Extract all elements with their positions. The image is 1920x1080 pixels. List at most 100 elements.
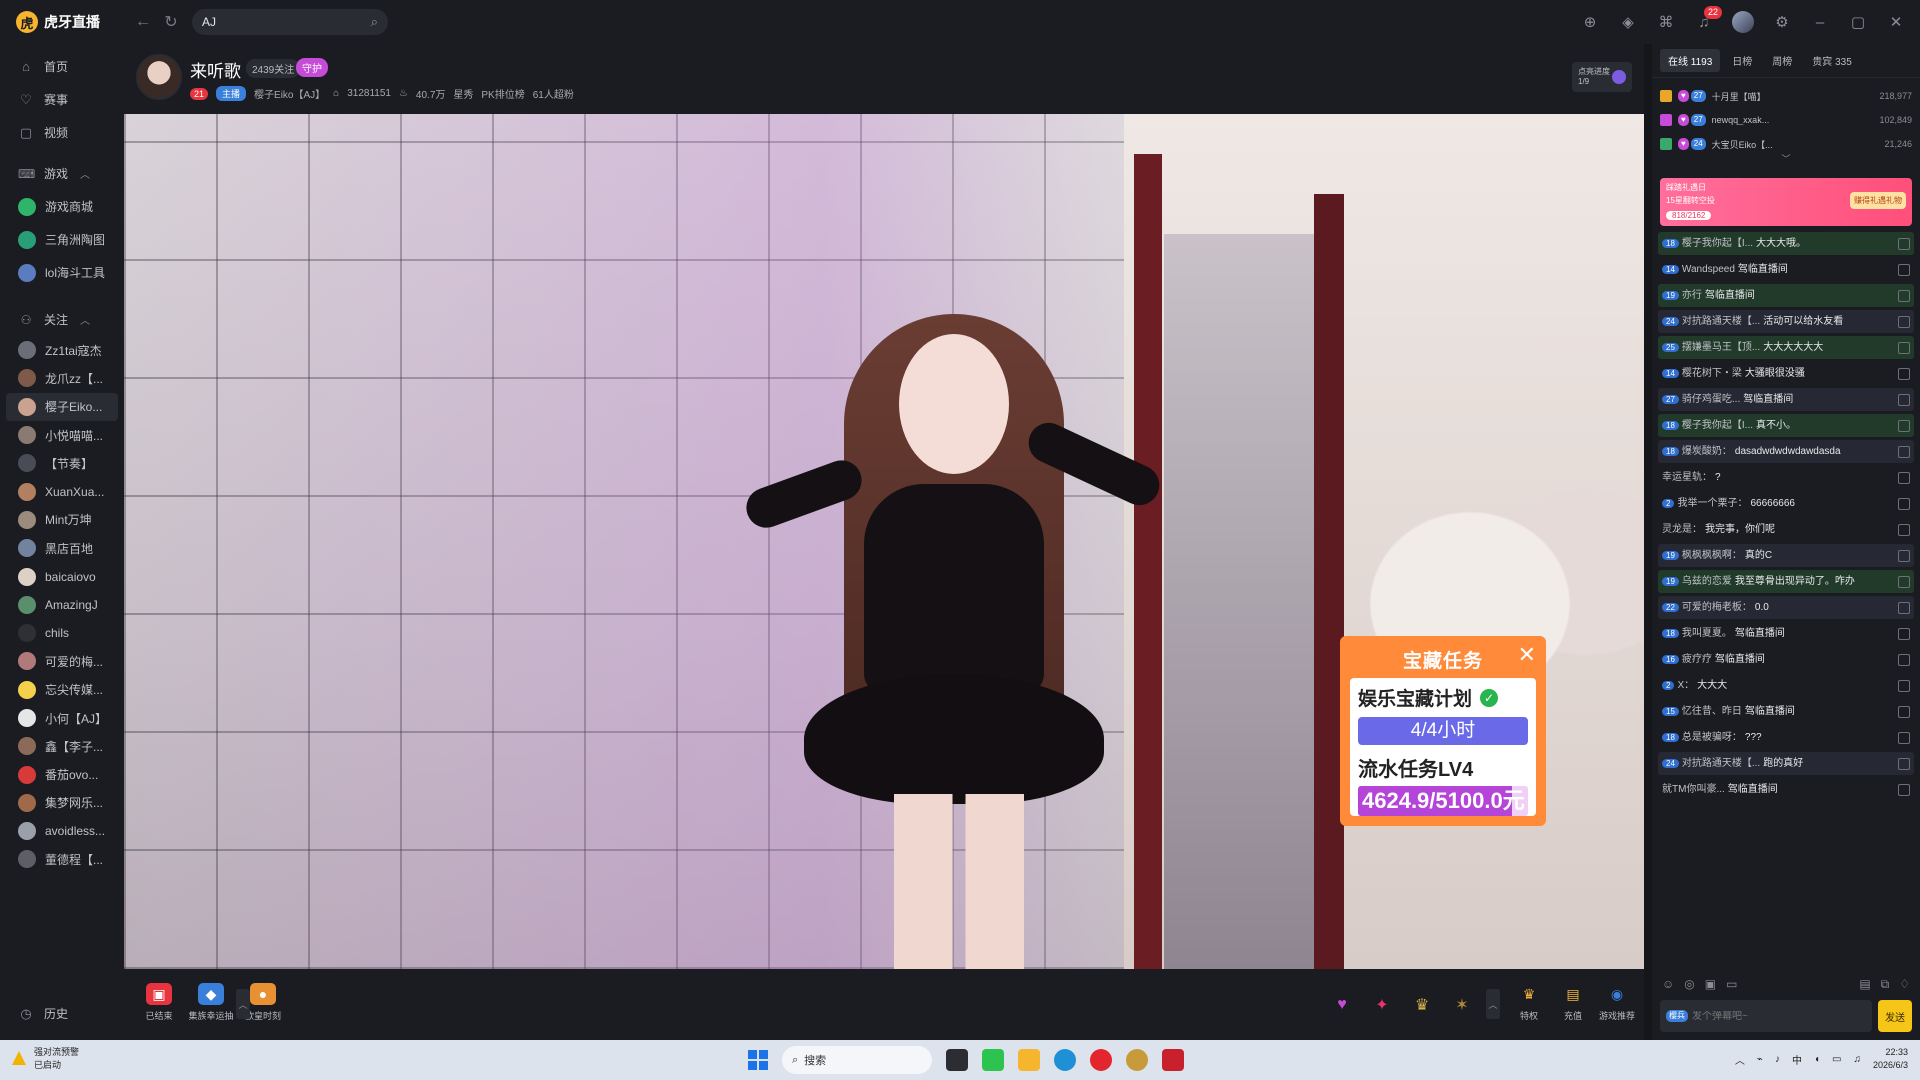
chat-input-box[interactable]: 樱兵 bbox=[1660, 1000, 1872, 1032]
follow-count-button[interactable]: 2439关注 bbox=[246, 59, 301, 78]
copy-icon[interactable] bbox=[1898, 472, 1910, 484]
chat-nickname[interactable]: 爆炭酸奶： bbox=[1682, 446, 1732, 457]
tag-icon[interactable]: ◈ bbox=[1618, 12, 1638, 32]
fan-badge-icon[interactable]: ▭ bbox=[1726, 977, 1737, 991]
copy-icon[interactable] bbox=[1898, 498, 1910, 510]
sidebar-item-followed-streamer[interactable]: AmazingJ bbox=[0, 591, 124, 619]
copy-icon[interactable] bbox=[1898, 524, 1910, 536]
copy-icon[interactable] bbox=[1898, 420, 1910, 432]
gift-icon[interactable]: ♥ bbox=[1326, 989, 1358, 1021]
chat-nickname[interactable]: 可爱的梅老板： bbox=[1682, 602, 1752, 613]
chat-nickname[interactable]: 亦行 bbox=[1682, 290, 1702, 301]
windows-start-icon[interactable] bbox=[748, 1050, 768, 1070]
search-box[interactable]: ⌕ bbox=[192, 9, 388, 35]
taskbar-search[interactable]: ⌕ 搜索 bbox=[782, 1046, 932, 1074]
gift-icon[interactable]: ✦ bbox=[1366, 989, 1398, 1021]
sticker-icon[interactable]: ◎ bbox=[1684, 977, 1694, 991]
download-icon[interactable]: ⊕ bbox=[1580, 12, 1600, 32]
sidebar-item-followed-streamer[interactable]: 小悦喵喵... bbox=[0, 421, 124, 449]
chat-nickname[interactable]: Wandspeed bbox=[1682, 264, 1735, 275]
user-avatar[interactable] bbox=[1732, 11, 1754, 33]
speaker-icon[interactable]: ♫ bbox=[1853, 1054, 1861, 1065]
barrage-style-icon[interactable]: ▣ bbox=[1705, 977, 1716, 991]
chat-nickname[interactable]: 总是被骗呀： bbox=[1682, 732, 1742, 743]
red-app-icon[interactable] bbox=[1162, 1049, 1184, 1071]
copy-icon[interactable] bbox=[1898, 238, 1910, 250]
pk-rank-chip[interactable]: PK排位榜 bbox=[481, 86, 524, 101]
sidebar-item-game[interactable]: 游戏商城 bbox=[0, 190, 124, 223]
bell-icon[interactable]: ♫ 22 bbox=[1694, 6, 1722, 32]
sidebar-item-followed-streamer[interactable]: avoidless... bbox=[0, 817, 124, 845]
app-logo[interactable]: 虎 虎牙直播 bbox=[16, 11, 126, 33]
copy-icon[interactable] bbox=[1898, 602, 1910, 614]
copy-icon[interactable] bbox=[1898, 628, 1910, 640]
chat-nickname[interactable]: 樱子我你起【I... bbox=[1682, 420, 1753, 431]
chat-nickname[interactable]: 对抗路通天楼【... bbox=[1682, 758, 1760, 769]
game-controller-icon[interactable]: ⌘ bbox=[1656, 12, 1676, 32]
chat-nickname[interactable]: 就TM你叫豪... bbox=[1662, 784, 1725, 795]
sidebar-item-followed-streamer[interactable]: 鑫【李子... bbox=[0, 732, 124, 760]
microphone-icon[interactable]: ♪ bbox=[1775, 1054, 1780, 1065]
copy-icon[interactable] bbox=[1898, 732, 1910, 744]
system-clock[interactable]: 22:33 2026/6/3 bbox=[1873, 1046, 1908, 1072]
toolbar-item[interactable]: ◉ 游戏推荐 bbox=[1592, 983, 1642, 1022]
chat-nickname[interactable]: 摆嫌墨马王【顶... bbox=[1682, 342, 1760, 353]
chat-nickname[interactable]: 骑仔鸡蛋吃... bbox=[1682, 394, 1740, 405]
chat-tab[interactable]: 贵宾 335 bbox=[1804, 49, 1859, 72]
search-icon[interactable]: ⌕ bbox=[371, 14, 378, 30]
chat-nickname[interactable]: 对抗路通天楼【... bbox=[1682, 316, 1760, 327]
emoji-icon[interactable]: ☺ bbox=[1662, 977, 1674, 991]
copy-icon[interactable] bbox=[1898, 368, 1910, 380]
superfans-chip[interactable]: 61人超粉 bbox=[533, 86, 574, 101]
sidebar-item-followed-streamer[interactable]: 樱子Eiko... bbox=[6, 392, 118, 421]
weather-widget[interactable]: 强对流预警 已启动 bbox=[12, 1045, 79, 1071]
toolbar-item[interactable]: ▣ 已结束 bbox=[134, 983, 184, 1022]
chat-nickname[interactable]: 我举一个栗子： bbox=[1677, 498, 1747, 509]
light-up-progress[interactable]: 点亮进度 1/9 bbox=[1572, 62, 1632, 92]
close-icon[interactable]: ✕ bbox=[1518, 644, 1536, 666]
banner-cta-button[interactable]: 赚得礼遇礼物 bbox=[1850, 192, 1906, 209]
chat-nickname[interactable]: 樱花树下・梁 bbox=[1682, 368, 1742, 379]
expand-chevron-icon[interactable]: ﹀ bbox=[1652, 155, 1920, 164]
back-arrow-icon[interactable]: ← bbox=[132, 11, 154, 33]
sidebar-item-trophy[interactable]: ♡ 赛事 bbox=[0, 83, 124, 116]
chat-nickname[interactable]: 樱子我你起【I... bbox=[1682, 238, 1753, 249]
rank-row[interactable]: ♥ 27 newqq_xxak... 102,849 bbox=[1652, 108, 1920, 132]
huya-app-icon[interactable] bbox=[1018, 1049, 1040, 1071]
bell-off-icon[interactable]: ♢ bbox=[1899, 977, 1910, 991]
toolbar-item[interactable]: ▤ 充值 bbox=[1548, 983, 1598, 1022]
chat-nickname[interactable]: 枫枫枫枫啊： bbox=[1682, 550, 1742, 561]
league-client-icon[interactable] bbox=[1126, 1049, 1148, 1071]
network-icon[interactable]: ⌁ bbox=[1757, 1054, 1763, 1065]
refresh-icon[interactable]: ↻ bbox=[160, 11, 182, 33]
sidebar-item-followed-streamer[interactable]: Mint万坤 bbox=[0, 506, 124, 534]
volume-icon[interactable]: ◖ bbox=[1814, 1054, 1820, 1065]
copy-icon[interactable] bbox=[1898, 264, 1910, 276]
copy-icon[interactable] bbox=[1898, 654, 1910, 666]
settings-gear-icon[interactable]: ⚙ bbox=[1772, 12, 1792, 32]
gift-icon[interactable]: ♛ bbox=[1406, 989, 1438, 1021]
copy-icon[interactable] bbox=[1898, 316, 1910, 328]
chat-nickname[interactable]: X： bbox=[1677, 680, 1694, 691]
copy-icon[interactable] bbox=[1898, 550, 1910, 562]
sidebar-item-followed-streamer[interactable]: Zz1tai寇杰 bbox=[0, 336, 124, 364]
sidebar-item-followed-streamer[interactable]: chils bbox=[0, 619, 124, 647]
sidebar-item-followed-streamer[interactable]: baicaiovo bbox=[0, 562, 124, 590]
chat-nickname[interactable]: 灵龙是： bbox=[1662, 524, 1702, 535]
wechat-icon[interactable] bbox=[982, 1049, 1004, 1071]
copy-icon[interactable] bbox=[1898, 758, 1910, 770]
chevron-up-icon[interactable]: ︿ bbox=[1735, 1052, 1745, 1067]
category-chip[interactable]: 星秀 bbox=[453, 86, 473, 101]
display-icon[interactable]: ▭ bbox=[1832, 1054, 1841, 1065]
minimize-icon[interactable]: – bbox=[1810, 12, 1830, 32]
rank-row[interactable]: ♥ 27 十月里【喵】 218,977 bbox=[1652, 84, 1920, 108]
chat-tab[interactable]: 周榜 bbox=[1764, 49, 1800, 72]
chat-nickname[interactable]: 忆往昔、昨日 bbox=[1682, 706, 1742, 717]
sidebar-item-home[interactable]: ⌂ 首页 bbox=[0, 50, 124, 83]
sidebar-item-followed-streamer[interactable]: 可爱的梅... bbox=[0, 647, 124, 675]
sidebar-item-followed-streamer[interactable]: 番茄ovo... bbox=[0, 760, 124, 788]
copy-icon[interactable] bbox=[1898, 342, 1910, 354]
file-explorer-icon[interactable] bbox=[946, 1049, 968, 1071]
input-language[interactable]: 中 bbox=[1792, 1052, 1802, 1067]
sidebar-item-followed-streamer[interactable]: 【节奏】 bbox=[0, 449, 124, 477]
